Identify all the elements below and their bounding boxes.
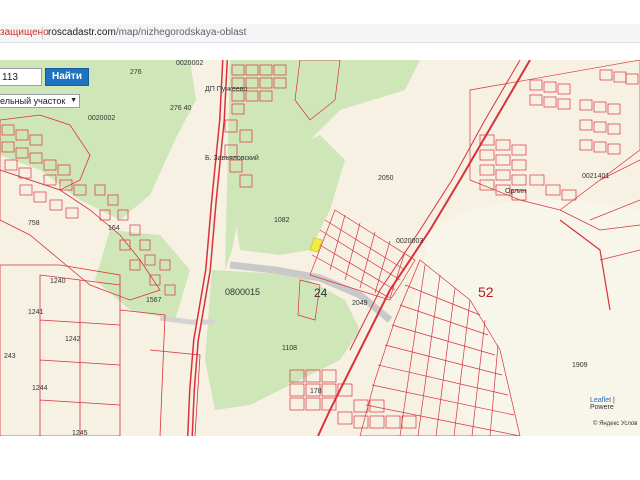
- map-label: 0020002: [176, 60, 204, 67]
- leaflet-link[interactable]: Leaflet: [590, 397, 611, 404]
- map-label: 276 40: [170, 105, 192, 112]
- object-type-select[interactable]: ельный участок ▼: [0, 94, 80, 108]
- map-label: 2049: [352, 300, 368, 307]
- map-label: Орлин: [505, 188, 526, 195]
- map-label: 0020003: [396, 238, 424, 245]
- map-label: 276: [130, 69, 142, 76]
- map-label: 178: [310, 388, 322, 395]
- url-text[interactable]: roscadastr.com/map/nizhegorodskaya-oblas…: [48, 24, 246, 42]
- cadastral-map[interactable]: 276 0020002 0020002 276 40 ДП Пучкеево Б…: [0, 60, 640, 436]
- search-button[interactable]: Найти: [45, 68, 89, 86]
- address-separator: [42, 27, 43, 39]
- map-label: 0020002: [88, 115, 116, 122]
- map-label: 1241: [28, 309, 44, 316]
- map-label: 1909: [572, 362, 588, 369]
- object-type-select-value: ельный участок: [0, 96, 66, 106]
- map-label: 1567: [146, 297, 162, 304]
- yandex-copyright[interactable]: © Яндекс Услов: [593, 421, 637, 427]
- map-label: 0800015: [225, 287, 261, 297]
- map-attribution: Leaflet | Powere: [590, 397, 640, 411]
- map-label: 758: [28, 220, 40, 227]
- map-label: Б. Завьяловский: [205, 155, 259, 162]
- url-host: roscadastr.com: [48, 27, 116, 38]
- map-label: 24: [314, 286, 328, 300]
- map-label: 52: [478, 284, 494, 300]
- map-label: 1082: [274, 217, 290, 224]
- address-bar[interactable]: защищено roscadastr.com/map/nizhegorodsk…: [0, 24, 640, 43]
- map-label: 2050: [378, 175, 394, 182]
- dropdown-arrow-icon: ▼: [70, 97, 77, 104]
- map-label: 0021401: [582, 173, 610, 180]
- map-label: 1245: [72, 430, 88, 436]
- url-path: /map/nizhegorodskaya-oblast: [115, 27, 247, 38]
- map-label: 1244: [32, 385, 48, 392]
- map-label: 243: [4, 353, 16, 360]
- top-blank-area: [0, 0, 640, 24]
- map-label: 1242: [65, 336, 81, 343]
- cadastral-search-input[interactable]: [0, 68, 42, 86]
- map-label: ДП Пучкеево: [205, 86, 248, 93]
- map-label: 1108: [282, 345, 298, 352]
- map-label: 1240: [50, 278, 66, 285]
- map-label: 164: [108, 225, 120, 232]
